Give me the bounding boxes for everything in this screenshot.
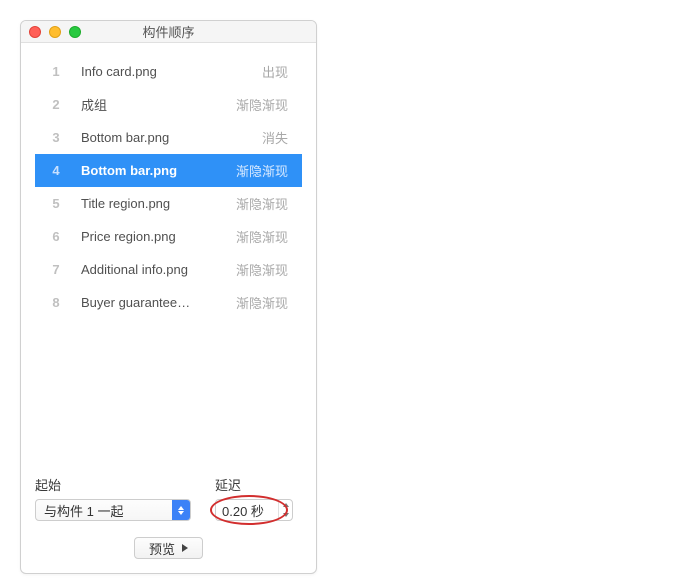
start-control: 起始 与构件 1 一起 — [35, 475, 191, 521]
item-name: Price region.png — [67, 229, 236, 244]
content: 1 Info card.png 出现 2 成组 渐隐渐现 3 Bottom ba… — [21, 43, 316, 573]
item-effect: 渐隐渐现 — [236, 227, 292, 246]
preview-row: 预览 — [35, 537, 302, 559]
play-icon — [182, 544, 188, 552]
list-item-selected[interactable]: 4 Bottom bar.png 渐隐渐现 — [35, 154, 302, 187]
stepper-arrows — [278, 500, 292, 520]
item-index: 8 — [45, 295, 67, 310]
item-effect: 出现 — [262, 62, 292, 81]
item-index: 2 — [45, 97, 67, 112]
titlebar[interactable]: 构件顺序 — [21, 21, 316, 43]
start-label: 起始 — [35, 475, 191, 494]
item-index: 1 — [45, 64, 67, 79]
list-item[interactable]: 7 Additional info.png 渐隐渐现 — [35, 253, 302, 286]
item-name: Info card.png — [67, 64, 262, 79]
window: 构件顺序 1 Info card.png 出现 2 成组 渐隐渐现 3 Bott… — [20, 20, 317, 574]
controls: 起始 与构件 1 一起 延迟 0.20 秒 — [35, 475, 302, 521]
delay-stepper[interactable]: 0.20 秒 — [215, 499, 293, 521]
item-index: 6 — [45, 229, 67, 244]
delay-control: 延迟 0.20 秒 — [215, 475, 293, 521]
item-effect: 渐隐渐现 — [236, 194, 292, 213]
preview-label: 预览 — [149, 539, 175, 558]
list-item[interactable]: 5 Title region.png 渐隐渐现 — [35, 187, 302, 220]
item-index: 4 — [45, 163, 67, 178]
item-effect: 渐隐渐现 — [236, 293, 292, 312]
item-effect: 渐隐渐现 — [236, 260, 292, 279]
item-index: 3 — [45, 130, 67, 145]
item-name: Bottom bar.png — [67, 163, 236, 178]
item-name: Bottom bar.png — [67, 130, 262, 145]
list-item[interactable]: 2 成组 渐隐渐现 — [35, 88, 302, 121]
zoom-button[interactable] — [69, 26, 81, 38]
start-select[interactable]: 与构件 1 一起 — [35, 499, 191, 521]
traffic-lights — [21, 26, 81, 38]
item-index: 7 — [45, 262, 67, 277]
updown-icon — [172, 500, 190, 520]
item-effect: 渐隐渐现 — [236, 95, 292, 114]
spacer — [35, 319, 302, 469]
list-item[interactable]: 1 Info card.png 出现 — [35, 55, 302, 88]
step-down-icon[interactable] — [279, 510, 292, 520]
item-name: Additional info.png — [67, 262, 236, 277]
start-value: 与构件 1 一起 — [44, 501, 123, 520]
minimize-button[interactable] — [49, 26, 61, 38]
step-up-icon[interactable] — [279, 500, 292, 510]
item-index: 5 — [45, 196, 67, 211]
delay-label: 延迟 — [215, 475, 293, 494]
delay-value: 0.20 秒 — [222, 501, 264, 520]
preview-button[interactable]: 预览 — [134, 537, 203, 559]
item-name: 成组 — [67, 95, 236, 114]
close-button[interactable] — [29, 26, 41, 38]
item-name: Title region.png — [67, 196, 236, 211]
item-effect: 渐隐渐现 — [236, 161, 292, 180]
component-list: 1 Info card.png 出现 2 成组 渐隐渐现 3 Bottom ba… — [35, 55, 302, 319]
item-effect: 消失 — [262, 128, 292, 147]
list-item[interactable]: 3 Bottom bar.png 消失 — [35, 121, 302, 154]
list-item[interactable]: 8 Buyer guarantee… 渐隐渐现 — [35, 286, 302, 319]
list-item[interactable]: 6 Price region.png 渐隐渐现 — [35, 220, 302, 253]
item-name: Buyer guarantee… — [67, 295, 236, 310]
